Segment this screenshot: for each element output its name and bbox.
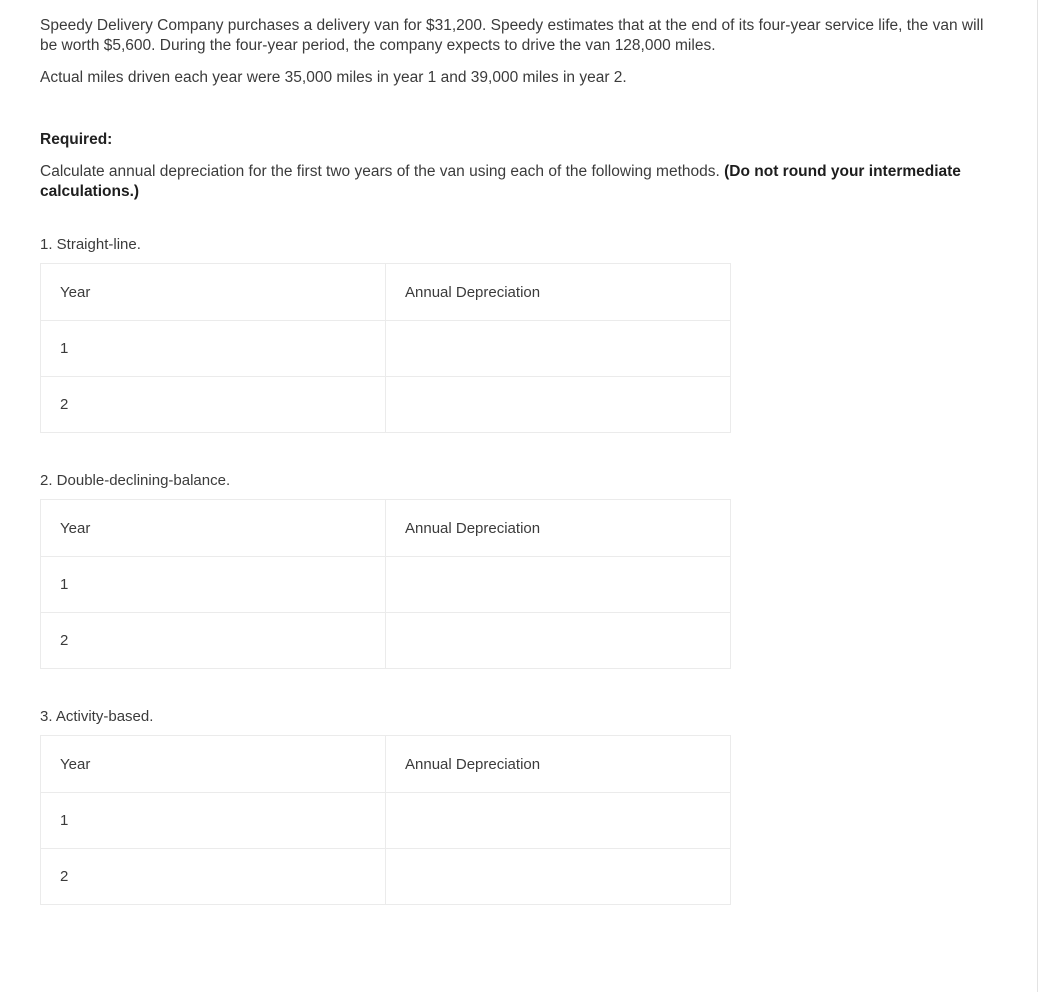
- table-row: 2: [40, 848, 731, 905]
- depreciation-table-1: Year Annual Depreciation 1 2: [40, 263, 731, 433]
- table-row: 1: [40, 792, 731, 849]
- document-content: Speedy Delivery Company purchases a deli…: [0, 16, 1037, 905]
- cell-annual-depreciation[interactable]: [385, 556, 731, 613]
- cell-year: 2: [40, 848, 386, 905]
- section-activity-based: 3. Activity-based. Year Annual Depreciat…: [40, 707, 1025, 905]
- depreciation-table-2: Year Annual Depreciation 1 2: [40, 499, 731, 669]
- section-heading-3: 3. Activity-based.: [40, 708, 154, 725]
- instruction-text: Calculate annual depreciation for the fi…: [40, 163, 725, 180]
- table-header-row: Year Annual Depreciation: [40, 499, 731, 557]
- column-header-annual-depreciation: Annual Depreciation: [385, 499, 731, 557]
- cell-annual-depreciation[interactable]: [385, 848, 731, 905]
- actual-miles-paragraph: Actual miles driven each year were 35,00…: [40, 69, 627, 86]
- table-row: 2: [40, 612, 731, 669]
- table-row: 1: [40, 556, 731, 613]
- cell-year: 1: [40, 320, 386, 377]
- column-header-annual-depreciation: Annual Depreciation: [385, 263, 731, 321]
- section-double-declining-balance: 2. Double-declining-balance. Year Annual…: [40, 471, 1025, 669]
- section-heading-1: 1. Straight-line.: [40, 236, 141, 253]
- column-header-year: Year: [40, 499, 386, 557]
- column-header-annual-depreciation: Annual Depreciation: [385, 735, 731, 793]
- cell-year: 2: [40, 612, 386, 669]
- table-header-row: Year Annual Depreciation: [40, 263, 731, 321]
- cell-annual-depreciation[interactable]: [385, 376, 731, 433]
- cell-annual-depreciation[interactable]: [385, 792, 731, 849]
- section-heading-2: 2. Double-declining-balance.: [40, 472, 231, 489]
- scenario-paragraph: Speedy Delivery Company purchases a deli…: [40, 17, 984, 54]
- table-header-row: Year Annual Depreciation: [40, 735, 731, 793]
- cell-annual-depreciation[interactable]: [385, 612, 731, 669]
- depreciation-table-3: Year Annual Depreciation 1 2: [40, 735, 731, 905]
- instruction-paragraph: Calculate annual depreciation for the fi…: [40, 162, 990, 201]
- column-header-year: Year: [40, 735, 386, 793]
- required-label: Required:: [40, 130, 113, 148]
- cell-year: 1: [40, 792, 386, 849]
- table-row: 1: [40, 320, 731, 377]
- cell-year: 1: [40, 556, 386, 613]
- column-header-year: Year: [40, 263, 386, 321]
- section-straight-line: 1. Straight-line. Year Annual Depreciati…: [40, 235, 1025, 433]
- cell-year: 2: [40, 376, 386, 433]
- table-row: 2: [40, 376, 731, 433]
- document-page: Speedy Delivery Company purchases a deli…: [0, 0, 1038, 992]
- cell-annual-depreciation[interactable]: [385, 320, 731, 377]
